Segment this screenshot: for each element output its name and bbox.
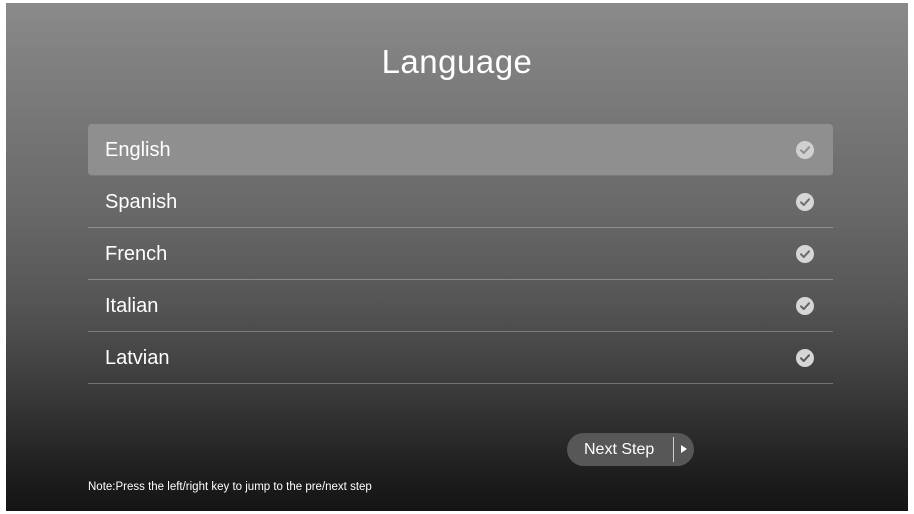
language-list: English Spanish French Italian Latvian [88, 124, 833, 384]
language-item-label: English [105, 139, 171, 161]
language-item-english[interactable]: English [88, 124, 833, 176]
language-item-label: Latvian [105, 347, 170, 369]
language-item-label: Italian [105, 295, 159, 317]
check-circle-icon [796, 141, 814, 159]
next-step-label: Next Step [584, 441, 655, 458]
button-divider [673, 437, 674, 462]
language-item-french[interactable]: French [88, 228, 833, 280]
language-item-label: French [105, 243, 168, 265]
check-circle-icon [796, 297, 814, 315]
navigation-note: Note:Press the left/right key to jump to… [88, 481, 372, 493]
language-item-label: Spanish [105, 191, 178, 213]
check-circle-icon [796, 193, 814, 211]
next-step-button[interactable]: Next Step [567, 433, 694, 466]
play-arrow-icon [681, 445, 687, 453]
check-circle-icon [796, 245, 814, 263]
language-item-latvian[interactable]: Latvian [88, 332, 833, 384]
language-item-spanish[interactable]: Spanish [88, 176, 833, 228]
check-circle-icon [796, 349, 814, 367]
language-item-italian[interactable]: Italian [88, 280, 833, 332]
page-title: Language [381, 43, 533, 80]
language-setup-screen: Language English Spanish French Italian [6, 3, 908, 511]
